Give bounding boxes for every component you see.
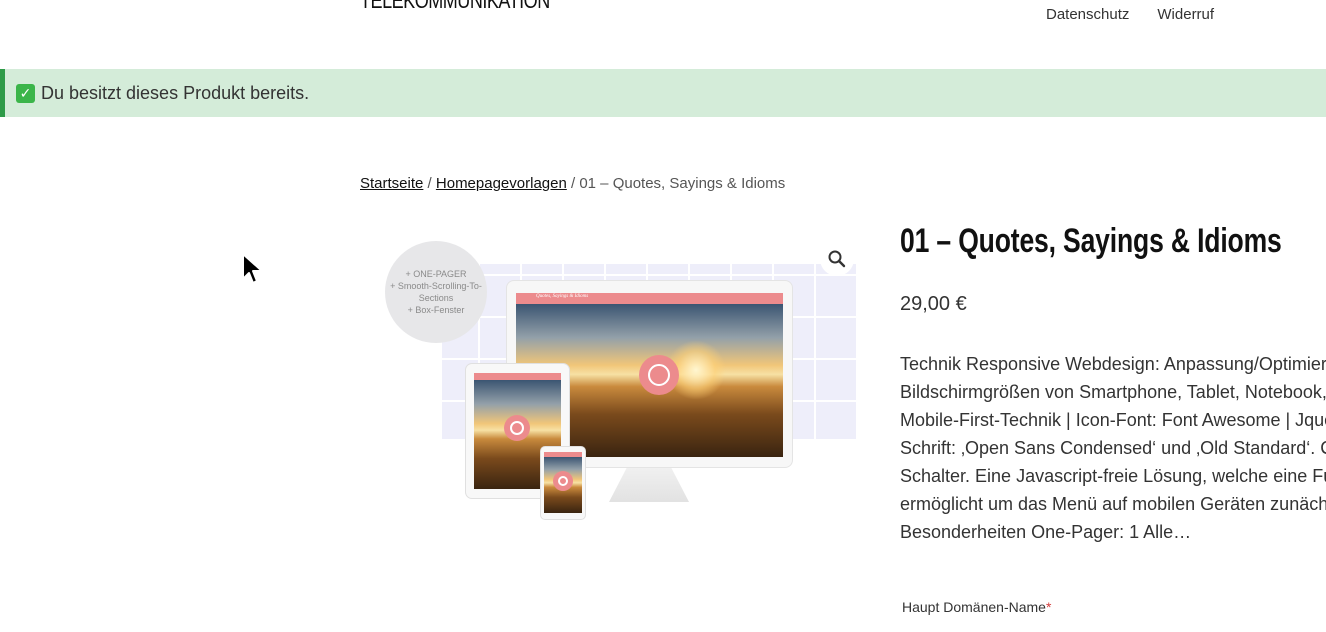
phone-screen xyxy=(544,452,582,513)
nav-link-widerruf[interactable]: Widerruf xyxy=(1157,6,1214,23)
product-short-description: Technik Responsive Webdesign: Anpassung/… xyxy=(900,350,1326,546)
breadcrumb-current: 01 – Quotes, Sayings & Idioms xyxy=(579,175,786,192)
already-owned-notice: ✓ Du besitzt dieses Produkt bereits. xyxy=(0,69,1326,117)
phone-mockup xyxy=(540,446,586,520)
yin-yang-logo-icon xyxy=(639,355,679,395)
product-gallery[interactable]: + ONE-PAGER + Smooth-Scrolling-To- Secti… xyxy=(360,228,870,538)
required-marker: * xyxy=(1045,599,1052,615)
feature-badge: + ONE-PAGER + Smooth-Scrolling-To- Secti… xyxy=(385,241,487,343)
check-mark-icon: ✓ xyxy=(16,83,35,103)
site-title[interactable]: TELEKOMMUNIKATION xyxy=(360,0,550,14)
mouse-cursor-icon xyxy=(240,252,266,291)
description-line: Schalter. Eine Javascript-freie Lösung, … xyxy=(900,466,1326,486)
product-price: 29,00 € xyxy=(900,293,967,315)
screen-header-bar: Quotes, Sayings & Idioms xyxy=(516,293,783,304)
breadcrumb-separator: / xyxy=(570,175,576,192)
breadcrumb-separator: / xyxy=(427,175,432,192)
zoom-button[interactable] xyxy=(820,242,854,276)
description-line: Bildschirmgrößen von Smartphone, Tablet,… xyxy=(900,382,1326,402)
yin-yang-logo-icon xyxy=(553,471,573,491)
screen-header-title: Quotes, Sayings & Idioms xyxy=(536,294,589,299)
tablet-header-bar xyxy=(474,373,561,380)
description-line: Technik Responsive Webdesign: Anpassung/… xyxy=(900,354,1326,374)
nav-link-datenschutz[interactable]: Datenschutz xyxy=(1046,6,1129,23)
description-line: Besonderheiten One-Pager: 1 Alle… xyxy=(900,522,1192,542)
domain-name-label: Haupt Domänen-Name* xyxy=(902,599,1051,615)
monitor-stand xyxy=(609,468,689,502)
feature-badge-line: Sections xyxy=(418,293,454,303)
domain-name-label-text: Haupt Domänen-Name xyxy=(902,599,1046,615)
yin-yang-logo-icon xyxy=(504,415,530,441)
description-line: Schrift: ‚Open Sans Condensed‘ und ‚Old … xyxy=(900,438,1326,458)
feature-badge-line: + Smooth-Scrolling-To- xyxy=(390,281,482,291)
description-line: ermöglicht um das Menü auf mobilen Gerät… xyxy=(900,494,1326,514)
feature-badge-line: + Box-Fenster xyxy=(407,305,465,315)
breadcrumb-home-link[interactable]: Startseite xyxy=(360,175,423,192)
product-title: 01 – Quotes, Sayings & Idioms xyxy=(900,222,1282,260)
breadcrumb: Startseite / Homepagevorlagen / 01 – Quo… xyxy=(360,175,785,192)
feature-badge-line: + ONE-PAGER xyxy=(405,269,467,279)
top-nav: Datenschutz Widerruf xyxy=(1046,6,1214,23)
breadcrumb-category-link[interactable]: Homepagevorlagen xyxy=(436,175,567,192)
notice-text: Du besitzt dieses Produkt bereits. xyxy=(41,82,310,103)
magnifier-icon xyxy=(828,250,846,268)
description-line: Mobile-First-Technik | Icon-Font: Font A… xyxy=(900,410,1326,430)
